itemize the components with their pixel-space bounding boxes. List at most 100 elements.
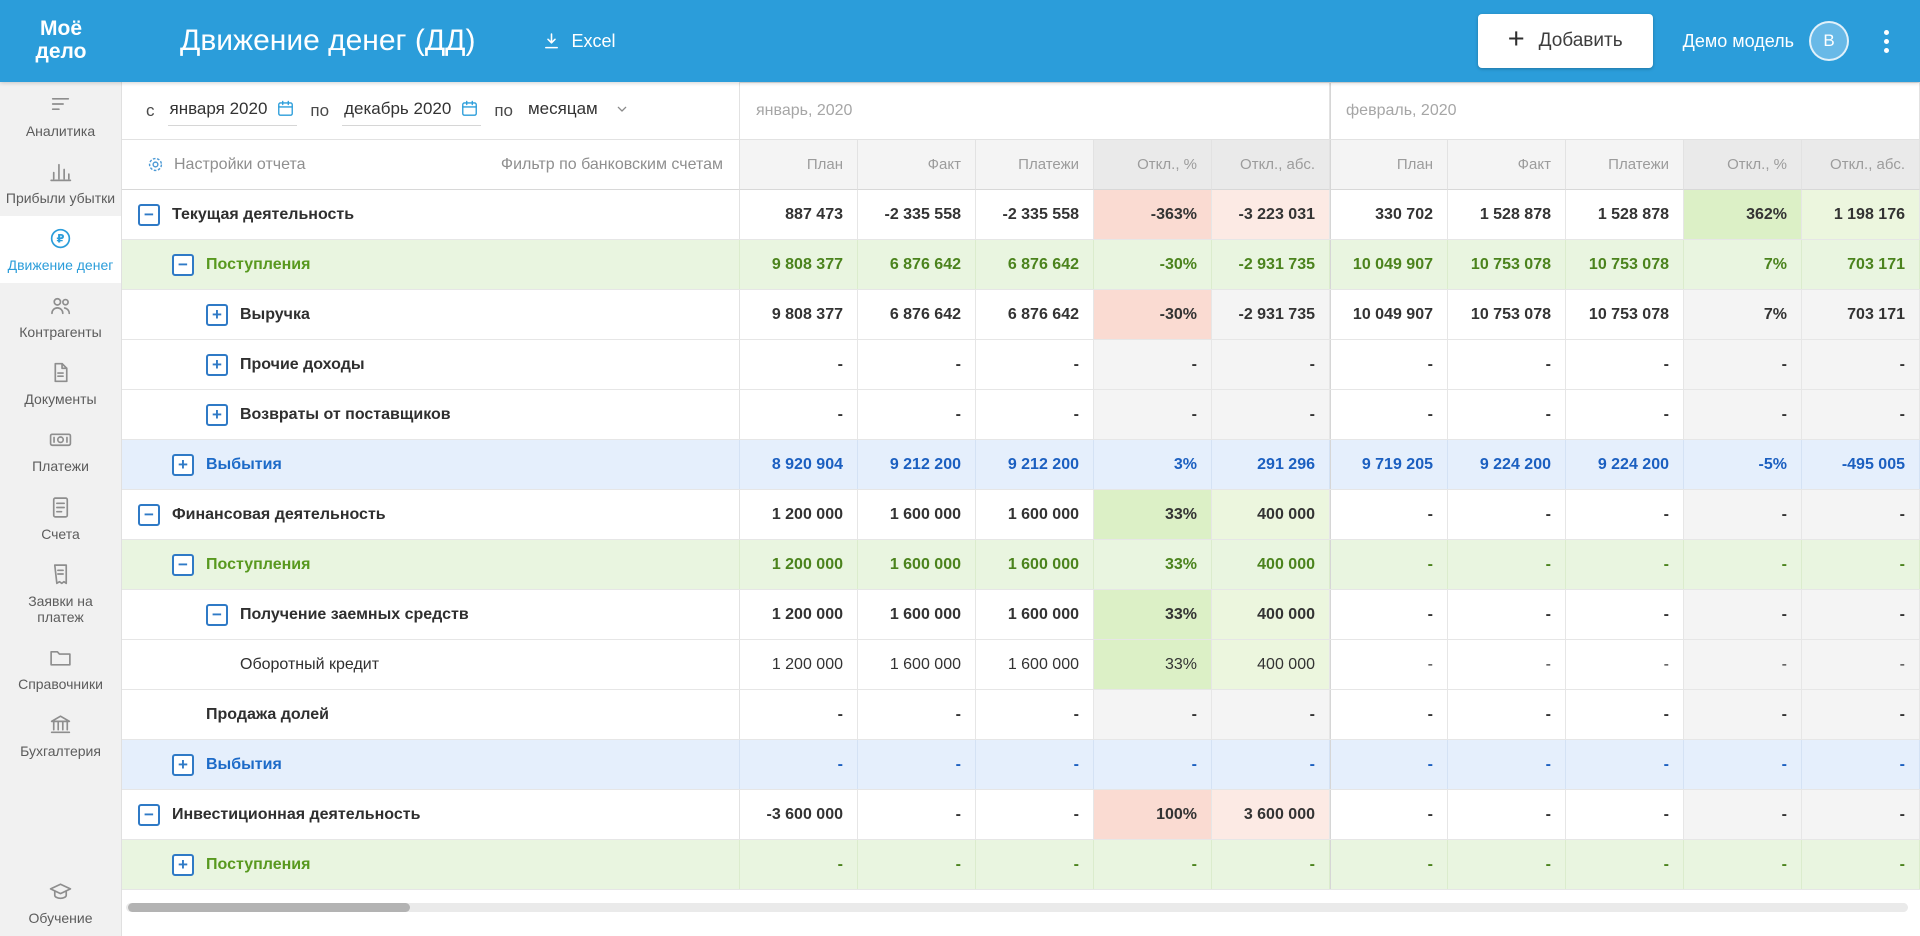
- row-label-cell: −Инвестиционная деятельность: [122, 790, 740, 839]
- horizontal-scrollbar: [126, 903, 1908, 912]
- value-cell: 1 200 000: [740, 490, 858, 539]
- collapse-icon[interactable]: −: [172, 554, 194, 576]
- value-cell: 1 600 000: [976, 590, 1094, 639]
- colhead-band: Настройки отчета Фильтр по банковским сч…: [122, 140, 1920, 190]
- value-cell: -2 931 735: [1212, 240, 1330, 289]
- value-cell: -: [1802, 340, 1920, 389]
- page-title: Движение денег (ДД): [180, 24, 475, 58]
- period-select[interactable]: месяцам: [526, 96, 632, 125]
- group-label: по: [494, 101, 513, 121]
- sidebar-item-invoices[interactable]: Счета: [0, 485, 121, 552]
- collapse-icon[interactable]: −: [172, 254, 194, 276]
- sidebar-item-counterparties[interactable]: Контрагенты: [0, 283, 121, 350]
- expand-icon[interactable]: +: [172, 754, 194, 776]
- expand-icon[interactable]: +: [172, 454, 194, 476]
- value-cell: 400 000: [1212, 640, 1330, 689]
- value-cell: -: [1330, 740, 1448, 789]
- value-cell: -: [740, 340, 858, 389]
- value-cell: -: [858, 390, 976, 439]
- row-label: Оборотный кредит: [240, 656, 379, 674]
- value-cell: -: [1330, 590, 1448, 639]
- value-cell: -: [1094, 840, 1212, 889]
- expand-icon[interactable]: +: [206, 304, 228, 326]
- collapse-icon[interactable]: −: [138, 504, 160, 526]
- value-cell: -: [858, 740, 976, 789]
- table-row: +Возвраты от поставщиков----------: [122, 390, 1920, 440]
- value-cell: 33%: [1094, 490, 1212, 539]
- kebab-menu-icon[interactable]: [1879, 25, 1894, 58]
- column-header: План: [1330, 140, 1448, 190]
- sidebar-item-cash-flow[interactable]: ₽Движение денег: [0, 216, 121, 283]
- excel-export-button[interactable]: Excel: [541, 31, 615, 52]
- expand-icon[interactable]: +: [206, 404, 228, 426]
- add-button[interactable]: + Добавить: [1478, 14, 1653, 68]
- value-cell: -: [858, 790, 976, 839]
- value-cell: 1 600 000: [858, 490, 976, 539]
- value-cell: -: [1802, 790, 1920, 839]
- row-label-cell: Продажа долей: [122, 690, 740, 739]
- table-row: +Выбытия8 920 9049 212 2009 212 2003%291…: [122, 440, 1920, 490]
- expand-icon[interactable]: +: [206, 354, 228, 376]
- user-menu[interactable]: Демо модель В: [1683, 21, 1849, 61]
- value-cell: -: [1566, 840, 1684, 889]
- sidebar-item-analytics[interactable]: Аналитика: [0, 82, 121, 149]
- table-row: +Прочие доходы----------: [122, 340, 1920, 390]
- content: с января 2020 по декабрь 2020 по месяца: [122, 82, 1920, 936]
- value-cell: 703 171: [1802, 240, 1920, 289]
- report-settings-link[interactable]: Настройки отчета: [146, 155, 306, 174]
- collapse-icon[interactable]: −: [138, 204, 160, 226]
- value-cell: -: [1330, 640, 1448, 689]
- collapse-icon[interactable]: −: [206, 604, 228, 626]
- row-label-cell: + Выручка: [122, 290, 740, 339]
- value-cell: 10 049 907: [1330, 240, 1448, 289]
- month-header: январь, 2020: [740, 82, 1330, 140]
- date-to-input[interactable]: декабрь 2020: [342, 96, 481, 126]
- value-cell: -: [858, 690, 976, 739]
- value-cell: -: [1684, 690, 1802, 739]
- value-cell: -: [1212, 840, 1330, 889]
- sidebar-item-label: Документы: [24, 391, 96, 407]
- value-cell: 6 876 642: [858, 290, 976, 339]
- month-header: февраль, 2020: [1330, 82, 1920, 140]
- value-cell: -: [1566, 490, 1684, 539]
- expand-icon[interactable]: +: [172, 854, 194, 876]
- table-body: −Текущая деятельность887 473-2 335 558-2…: [122, 190, 1920, 890]
- column-header: Откл., %: [1684, 140, 1802, 190]
- sidebar-item-training[interactable]: Обучение: [0, 869, 121, 936]
- row-label-cell: −Получение заемных средств: [122, 590, 740, 639]
- value-cell: -: [1802, 640, 1920, 689]
- scrollbar-thumb[interactable]: [128, 903, 410, 912]
- column-header: Платежи: [1566, 140, 1684, 190]
- value-cell: 1 198 176: [1802, 190, 1920, 239]
- value-cell: 1 600 000: [976, 540, 1094, 589]
- value-cell: 1 600 000: [976, 490, 1094, 539]
- sidebar-item-profit-loss[interactable]: Прибыли убытки: [0, 149, 121, 216]
- bank-accounts-filter-link[interactable]: Фильтр по банковским счетам: [501, 156, 723, 174]
- value-cell: -: [1330, 690, 1448, 739]
- table-row: −Финансовая деятельность1 200 0001 600 0…: [122, 490, 1920, 540]
- value-cell: -: [1566, 540, 1684, 589]
- value-cell: 33%: [1094, 640, 1212, 689]
- row-label-cell: −Текущая деятельность: [122, 190, 740, 239]
- table-row: Оборотный кредит1 200 0001 600 0001 600 …: [122, 640, 1920, 690]
- value-cell: -: [740, 690, 858, 739]
- sidebar-item-directories[interactable]: Справочники: [0, 635, 121, 702]
- row-label: Выбытия: [206, 456, 282, 474]
- table-row: +Выбытия----------: [122, 740, 1920, 790]
- value-cell: -30%: [1094, 290, 1212, 339]
- value-cell: 10 753 078: [1448, 240, 1566, 289]
- row-label: Выручка: [240, 306, 310, 324]
- value-cell: -: [1802, 390, 1920, 439]
- sidebar-item-payment-requests[interactable]: Заявки на платеж: [0, 552, 121, 635]
- download-icon: [541, 31, 562, 52]
- app-logo[interactable]: Моё дело: [0, 18, 122, 63]
- value-cell: 6 876 642: [858, 240, 976, 289]
- value-cell: -: [1448, 640, 1566, 689]
- sidebar-item-accounting[interactable]: Бухгалтерия: [0, 702, 121, 769]
- date-filters: с января 2020 по декабрь 2020 по месяца: [122, 82, 740, 140]
- collapse-icon[interactable]: −: [138, 804, 160, 826]
- sidebar-item-payments[interactable]: Платежи: [0, 417, 121, 484]
- value-cell: 1 200 000: [740, 540, 858, 589]
- sidebar-item-documents[interactable]: Документы: [0, 350, 121, 417]
- date-from-input[interactable]: января 2020: [168, 96, 298, 126]
